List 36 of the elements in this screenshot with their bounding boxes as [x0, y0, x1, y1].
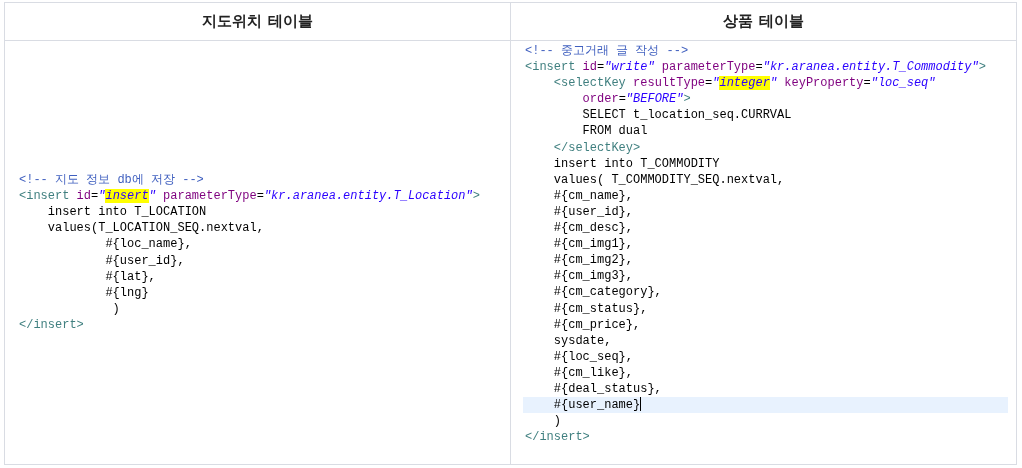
code-line: </insert>	[524, 429, 591, 446]
code-line: #{cm_price},	[552, 316, 642, 333]
code-line: <selectKey resultType="integer" keyProperty="loc_seq"	[552, 75, 937, 92]
code-line: insert into T_LOCATION	[46, 204, 208, 221]
code-line: #{cm_img2},	[552, 252, 635, 269]
code-line: #{cm_category},	[552, 284, 663, 301]
code-line: <!-- 중고거래 글 작성 -->	[524, 43, 690, 60]
code-line: #{user_id},	[552, 203, 635, 221]
code-line: sysdate,	[552, 332, 613, 349]
code-line: FROM dual	[581, 123, 649, 140]
code-line: #{loc_seq},	[552, 348, 635, 365]
code-line: order="BEFORE">	[581, 91, 692, 108]
code-line: )	[552, 413, 562, 430]
code-line: #{cm_like},	[552, 364, 635, 381]
code-line: <insert id="write" parameterType="kr.aranea.entity.T_Commodity">	[524, 59, 987, 76]
column-header: 지도위치 테이블	[4, 2, 511, 41]
code-line: </selectKey>	[552, 139, 642, 156]
column-header: 상품 테이블	[510, 2, 1017, 41]
code-line: #{cm_img3},	[552, 268, 635, 285]
code-line: )	[111, 300, 121, 317]
code-line: #{cm_name},	[552, 187, 635, 204]
code-line: values(T_LOCATION_SEQ.nextval,	[46, 220, 265, 237]
code-line: #{lng}	[104, 284, 150, 301]
code-line: <insert id="insert" parameterType="kr.aranea.entity.T_Location">	[18, 188, 481, 205]
code-line: </insert>	[18, 316, 85, 333]
code-line: #{lat},	[104, 268, 157, 285]
code-line: #{cm_status},	[552, 300, 649, 317]
code-line: #{loc_name},	[104, 236, 193, 253]
code-line: #{deal_status},	[552, 380, 663, 398]
code-line: <!-- 지도 정보 db에 저장 -->	[18, 172, 205, 189]
code-line: insert into T_COMMODITY	[552, 155, 721, 172]
code-line: values( T_COMMODITY_SEQ.nextval,	[552, 171, 786, 188]
code-line: #{cm_img1},	[552, 236, 635, 253]
code-line: #{user_id},	[104, 252, 186, 269]
code-line: #{cm_desc},	[552, 220, 635, 237]
code-line: SELECT t_location_seq.CURRVAL	[581, 107, 793, 124]
